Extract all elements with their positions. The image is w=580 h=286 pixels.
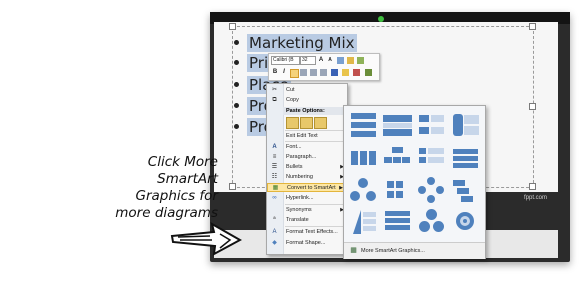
- menu-item-numbering[interactable]: ☷Numbering▶: [267, 173, 347, 182]
- bold-button[interactable]: B: [271, 68, 279, 76]
- smartart-option[interactable]: [449, 207, 482, 238]
- bullets-icon[interactable]: [320, 69, 327, 76]
- menu-item-paragraph[interactable]: ≡ Paragraph...: [267, 153, 347, 162]
- context-menu: ✂ Cut ⧉ Copy Paste Options: Exit Edit Text…: [266, 83, 348, 255]
- highlight-icon[interactable]: [342, 69, 349, 76]
- menu-separator: [285, 141, 345, 142]
- menu-item-synonyms[interactable]: Synonyms▶: [267, 206, 347, 215]
- rotate-handle[interactable]: [378, 16, 384, 22]
- grow-font-button[interactable]: A: [317, 56, 325, 64]
- bullet-dot: [234, 124, 239, 129]
- smartart-option[interactable]: [415, 175, 448, 206]
- align-left-icon[interactable]: [290, 69, 299, 78]
- align-center-icon[interactable]: [300, 69, 307, 76]
- smartart-gallery: ▦ More SmartArt Graphics...: [343, 105, 486, 259]
- outline-icon[interactable]: [365, 69, 372, 76]
- shape-fill-icon[interactable]: [353, 69, 360, 76]
- smartart-option[interactable]: [415, 207, 448, 238]
- smartart-option[interactable]: [449, 175, 482, 206]
- paste-keep-formatting-icon[interactable]: [286, 117, 299, 129]
- menu-item-copy[interactable]: ⧉ Copy: [267, 96, 347, 105]
- paste-icon[interactable]: [347, 57, 354, 64]
- mini-toolbar: Calibri (B 32 A A B I: [268, 53, 380, 81]
- menu-item-bullets[interactable]: ☰Bullets▶: [267, 163, 347, 172]
- resize-handle[interactable]: [529, 103, 536, 110]
- smartart-option[interactable]: [415, 143, 448, 174]
- smartart-icon: ▦: [350, 247, 357, 254]
- smartart-option[interactable]: [381, 207, 414, 238]
- resize-handle[interactable]: [529, 183, 536, 190]
- bullet-dot: [234, 82, 239, 87]
- menu-item-cut[interactable]: ✂ Cut: [267, 86, 347, 95]
- style-icon[interactable]: [357, 57, 364, 64]
- smartart-option[interactable]: [415, 110, 448, 141]
- annotation-arrow-icon: [170, 221, 242, 256]
- paste-options-header: Paste Options:: [283, 107, 347, 115]
- smartart-option[interactable]: [381, 110, 414, 141]
- menu-separator: [285, 130, 345, 131]
- scissors-icon: ✂: [271, 87, 278, 93]
- resize-handle[interactable]: [229, 23, 236, 30]
- menu-item-exit-edit-text[interactable]: Exit Edit Text: [267, 132, 347, 141]
- align-right-icon[interactable]: [310, 69, 317, 76]
- watermark: fppt.com: [524, 195, 548, 201]
- shrink-font-button[interactable]: A: [326, 56, 334, 64]
- bullet-dot: [234, 103, 239, 108]
- font-size-input[interactable]: 32: [300, 56, 316, 65]
- copy-icon: ⧉: [272, 97, 277, 103]
- paragraph-icon: ≡: [272, 154, 277, 160]
- smartart-option[interactable]: [381, 175, 414, 206]
- menu-item-convert-to-smartart[interactable]: ▦ Convert to SmartArt ▶: [267, 183, 347, 192]
- menu-item-font[interactable]: A Font...: [267, 143, 347, 152]
- font-color-icon[interactable]: [331, 69, 338, 76]
- menu-item-format-text-effects[interactable]: A Format Text Effects...: [267, 228, 347, 237]
- hyperlink-icon: ∞: [272, 195, 277, 201]
- font-name-input[interactable]: Calibri (B: [271, 56, 300, 65]
- menu-item-format-shape[interactable]: ◆ Format Shape...: [267, 239, 347, 248]
- smartart-option[interactable]: [449, 143, 482, 174]
- resize-handle[interactable]: [229, 183, 236, 190]
- smartart-option[interactable]: [347, 110, 380, 141]
- smartart-icon: ▦: [272, 185, 279, 191]
- format-shape-icon: ◆: [272, 240, 277, 246]
- menu-separator: [285, 226, 345, 227]
- bullet-dot: [234, 60, 239, 65]
- more-smartart-graphics-button[interactable]: ▦ More SmartArt Graphics...: [344, 242, 485, 259]
- smartart-option[interactable]: [347, 207, 380, 238]
- annotation-caption: Click More SmartArt Graphics for more di…: [115, 154, 218, 221]
- smartart-option[interactable]: [347, 143, 380, 174]
- text-effects-icon: A: [272, 229, 277, 235]
- smartart-option[interactable]: [347, 175, 380, 206]
- format-painter-icon[interactable]: [337, 57, 344, 64]
- resize-handle[interactable]: [529, 23, 536, 30]
- paste-text-only-icon[interactable]: [314, 117, 327, 129]
- italic-button[interactable]: I: [280, 68, 288, 76]
- font-icon: A: [272, 144, 277, 150]
- numbering-icon: ☷: [271, 174, 278, 180]
- bullet-dot: [234, 40, 239, 45]
- bullets-icon: ☰: [271, 164, 278, 170]
- smartart-option[interactable]: [381, 143, 414, 174]
- menu-item-hyperlink[interactable]: ∞ Hyperlink...: [267, 194, 347, 203]
- menu-separator: [285, 204, 345, 205]
- translate-icon: ª: [273, 217, 276, 223]
- paste-merge-icon[interactable]: [300, 117, 313, 129]
- menu-item-translate[interactable]: ª Translate: [267, 216, 347, 225]
- smartart-option[interactable]: [449, 110, 482, 141]
